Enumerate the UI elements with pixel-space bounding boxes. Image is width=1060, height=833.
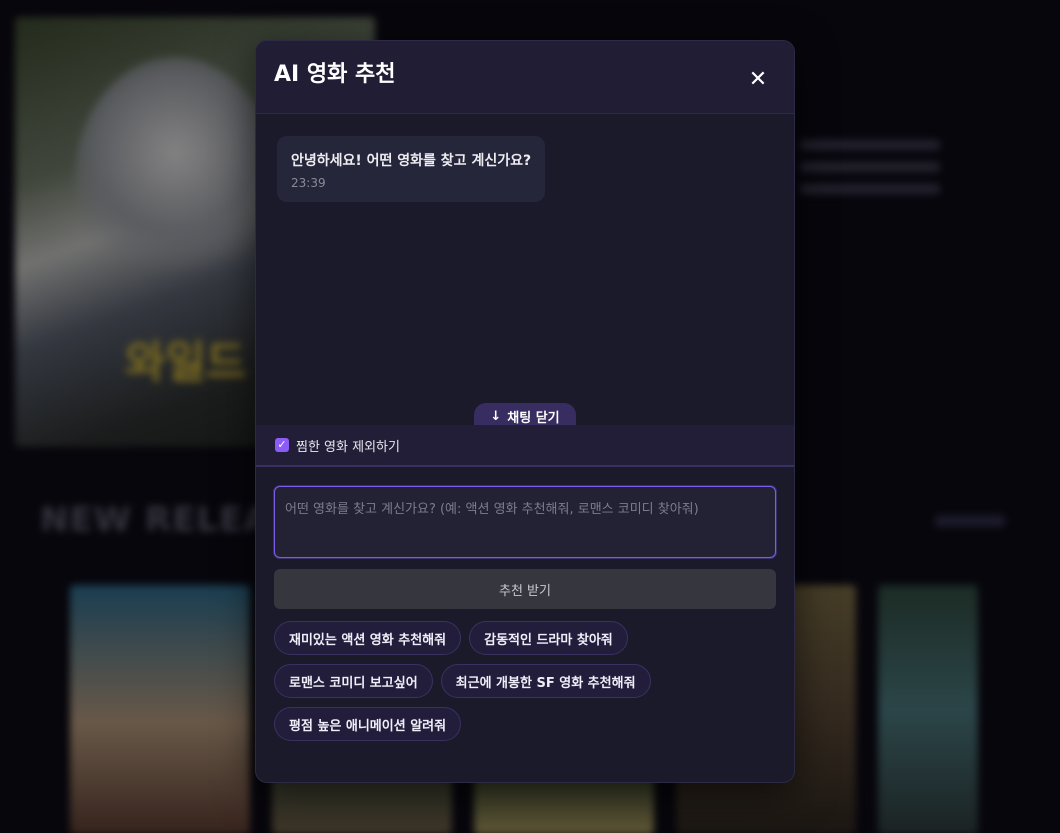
suggestion-chip[interactable]: 로맨스 코미디 보고싶어 <box>274 664 433 698</box>
close-icon: ✕ <box>748 66 768 92</box>
chat-area: 안녕하세요! 어떤 영화를 찾고 계신가요? 23:39 <box>256 114 794 424</box>
suggestion-chips: 재미있는 액션 영화 추천해줘 감동적인 드라마 찾아줘 로맨스 코미디 보고싶… <box>274 621 776 741</box>
movie-poster <box>70 585 250 833</box>
query-input[interactable] <box>274 486 776 558</box>
modal-header: AI 영화 추천 ✕ <box>256 41 794 114</box>
exclude-wishlist-option: ✓ 찜한 영화 제외하기 <box>256 425 794 467</box>
section-title: NEW RELEA <box>40 500 271 540</box>
get-recommendation-button[interactable]: 추천 받기 <box>274 569 776 609</box>
chat-message: 안녕하세요! 어떤 영화를 찾고 계신가요? 23:39 <box>277 136 546 202</box>
checkmark-icon: ✓ <box>277 438 287 451</box>
arrow-down-icon: ↓ <box>490 408 502 424</box>
chat-message-time: 23:39 <box>291 176 326 190</box>
close-button[interactable]: ✕ <box>746 66 770 92</box>
exclude-wishlist-label[interactable]: 찜한 영화 제외하기 <box>296 436 400 455</box>
movie-poster <box>878 585 978 833</box>
close-chat-label: 채팅 닫기 <box>507 410 560 426</box>
suggestion-chip[interactable]: 최근에 개봉한 SF 영화 추천해줘 <box>440 664 651 698</box>
exclude-wishlist-checkbox[interactable]: ✓ <box>275 438 289 452</box>
input-area: 추천 받기 재미있는 액션 영화 추천해줘 감동적인 드라마 찾아줘 로맨스 코… <box>274 486 776 741</box>
suggestion-chip[interactable]: 감동적인 드라마 찾아줘 <box>469 621 628 655</box>
poster-robot-figure <box>75 57 275 297</box>
ai-recommendation-modal: AI 영화 추천 ✕ 안녕하세요! 어떤 영화를 찾고 계신가요? 23:39 … <box>255 40 795 783</box>
hero-description <box>800 128 940 206</box>
see-all-link <box>935 515 1005 527</box>
suggestion-chip[interactable]: 평점 높은 애니메이션 알려줘 <box>274 707 462 741</box>
chat-message-text: 안녕하세요! 어떤 영화를 찾고 계신가요? <box>291 153 532 169</box>
suggestion-chip[interactable]: 재미있는 액션 영화 추천해줘 <box>274 621 462 655</box>
modal-title: AI 영화 추천 <box>274 62 396 87</box>
